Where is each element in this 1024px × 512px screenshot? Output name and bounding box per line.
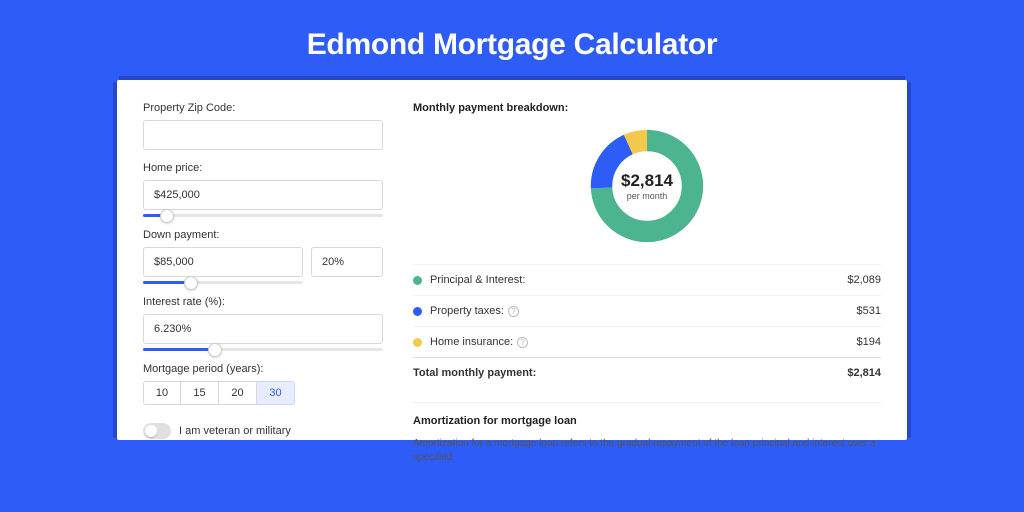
zip-input[interactable] bbox=[143, 120, 383, 150]
breakdown-line-taxes: Property taxes: ? $531 bbox=[413, 295, 881, 326]
calculator-card: Property Zip Code: Home price: Down paym… bbox=[117, 80, 907, 440]
donut-center-sub: per month bbox=[627, 191, 668, 201]
page-title: Edmond Mortgage Calculator bbox=[0, 0, 1024, 80]
interest-rate-slider[interactable] bbox=[143, 348, 383, 351]
breakdown-value: $531 bbox=[857, 305, 881, 317]
breakdown-label: Principal & Interest: bbox=[430, 274, 525, 286]
veteran-toggle[interactable] bbox=[143, 423, 171, 439]
form-column: Property Zip Code: Home price: Down paym… bbox=[143, 102, 383, 440]
legend-dot-principal bbox=[413, 276, 422, 285]
help-icon[interactable]: ? bbox=[508, 306, 519, 317]
amortization-text: Amortization for a mortgage loan refers … bbox=[413, 437, 881, 465]
donut-center-amount: $2,814 bbox=[621, 171, 673, 191]
interest-rate-label: Interest rate (%): bbox=[143, 296, 383, 308]
period-option-20[interactable]: 20 bbox=[219, 381, 257, 405]
home-price-slider[interactable] bbox=[143, 214, 383, 217]
slider-thumb[interactable] bbox=[160, 209, 174, 223]
breakdown-total-label: Total monthly payment: bbox=[413, 367, 536, 379]
breakdown-line-principal: Principal & Interest: $2,089 bbox=[413, 264, 881, 295]
legend-dot-insurance bbox=[413, 338, 422, 347]
breakdown-column: Monthly payment breakdown: $2,814 per mo… bbox=[413, 102, 881, 440]
slider-thumb[interactable] bbox=[184, 276, 198, 290]
breakdown-value: $2,089 bbox=[847, 274, 881, 286]
breakdown-label: Home insurance: bbox=[430, 336, 513, 348]
period-option-10[interactable]: 10 bbox=[143, 381, 181, 405]
down-payment-slider[interactable] bbox=[143, 281, 303, 284]
down-payment-label: Down payment: bbox=[143, 229, 383, 241]
legend-dot-taxes bbox=[413, 307, 422, 316]
payment-donut-chart: $2,814 per month bbox=[587, 126, 707, 246]
breakdown-title: Monthly payment breakdown: bbox=[413, 102, 881, 114]
breakdown-label: Property taxes: bbox=[430, 305, 504, 317]
zip-label: Property Zip Code: bbox=[143, 102, 383, 114]
mortgage-period-label: Mortgage period (years): bbox=[143, 363, 383, 375]
breakdown-value: $194 bbox=[857, 336, 881, 348]
period-option-30[interactable]: 30 bbox=[257, 381, 295, 405]
home-price-label: Home price: bbox=[143, 162, 383, 174]
toggle-knob bbox=[145, 425, 157, 437]
down-payment-pct-input[interactable] bbox=[311, 247, 383, 277]
interest-rate-input[interactable] bbox=[143, 314, 383, 344]
period-option-15[interactable]: 15 bbox=[181, 381, 219, 405]
mortgage-period-segmented: 10 15 20 30 bbox=[143, 381, 383, 405]
amortization-title: Amortization for mortgage loan bbox=[413, 415, 881, 427]
breakdown-line-total: Total monthly payment: $2,814 bbox=[413, 357, 881, 388]
slider-fill bbox=[143, 348, 215, 351]
veteran-label: I am veteran or military bbox=[179, 425, 291, 437]
breakdown-line-insurance: Home insurance: ? $194 bbox=[413, 326, 881, 357]
breakdown-total-value: $2,814 bbox=[847, 367, 881, 379]
amortization-section: Amortization for mortgage loan Amortizat… bbox=[413, 402, 881, 465]
down-payment-input[interactable] bbox=[143, 247, 303, 277]
slider-thumb[interactable] bbox=[208, 343, 222, 357]
home-price-input[interactable] bbox=[143, 180, 383, 210]
help-icon[interactable]: ? bbox=[517, 337, 528, 348]
